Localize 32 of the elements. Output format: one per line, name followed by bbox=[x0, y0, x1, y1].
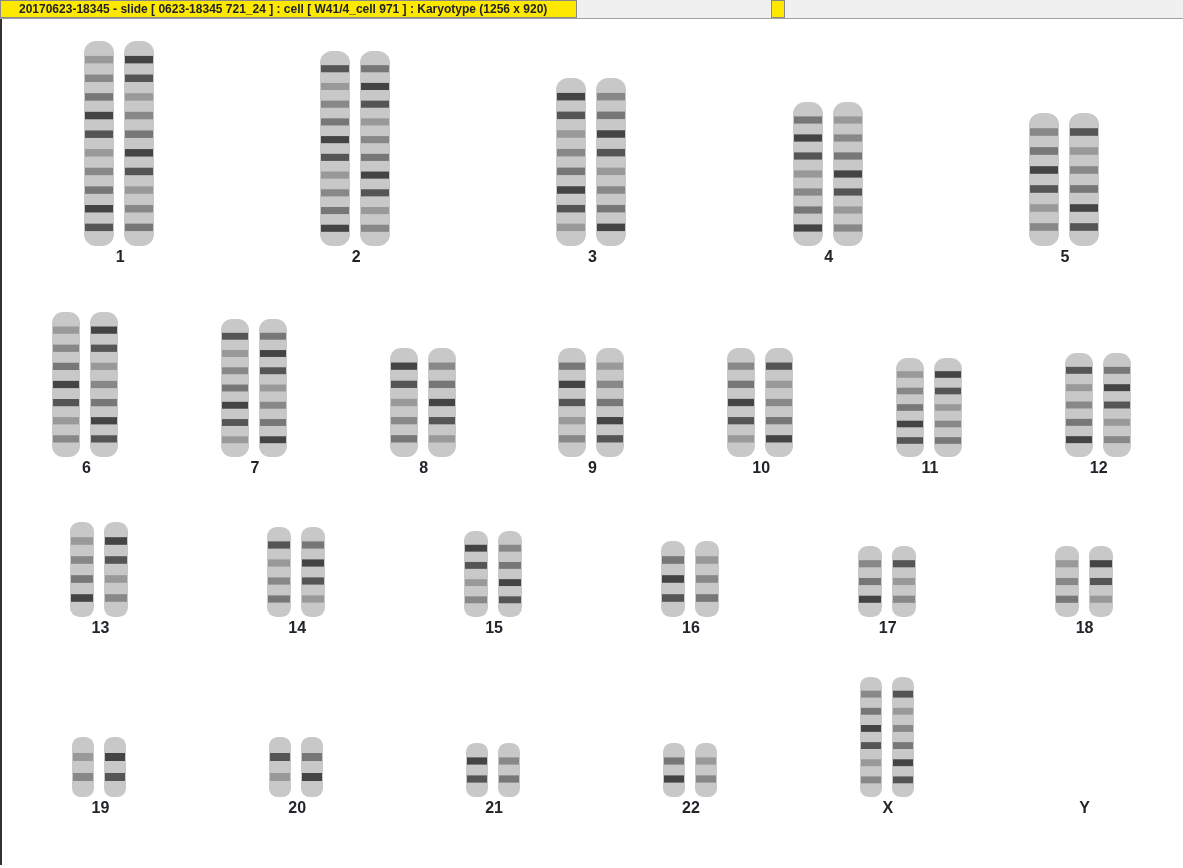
chromosome-number: 1 bbox=[115, 248, 125, 266]
chromosome-number: 22 bbox=[682, 799, 700, 817]
chromosome-number: 7 bbox=[250, 459, 260, 477]
chromosome-pair-drawing bbox=[662, 743, 717, 797]
chromosome-number: 11 bbox=[921, 459, 939, 477]
chromosome-pair-drawing bbox=[269, 737, 324, 797]
chromosome-number: 20 bbox=[288, 799, 307, 817]
window-title: 20170623-18345 - slide [ 0623-18345 721_24 ] : cell [ W41/4_cell 971 ] : Karyotype (1256 x 920) bbox=[0, 0, 577, 18]
chromosome-number: 10 bbox=[752, 459, 771, 477]
chromosome-number: 3 bbox=[588, 248, 597, 266]
chromosome-number: X bbox=[882, 799, 894, 817]
chromosome-number: 17 bbox=[878, 619, 897, 637]
chromosome-number: 13 bbox=[91, 619, 110, 637]
chromosome-pair-drawing bbox=[1054, 546, 1113, 617]
chromosome-number: 21 bbox=[485, 799, 503, 817]
chromosome-number: 4 bbox=[824, 248, 834, 266]
chromosome-number: 5 bbox=[1060, 248, 1070, 266]
chromosome-number: Y bbox=[1079, 799, 1090, 817]
chromosome-number: 2 bbox=[351, 248, 361, 266]
chromosome-number: 6 bbox=[81, 459, 91, 477]
title-bar-marker bbox=[771, 0, 785, 18]
chromosome-number: 8 bbox=[419, 459, 429, 477]
chromosome-number: 19 bbox=[91, 799, 110, 817]
chromosome-pair-drawing bbox=[466, 743, 521, 797]
chromosome-pair-drawing bbox=[857, 546, 916, 617]
chromosome-number: 14 bbox=[288, 619, 307, 637]
chromosome-number: 16 bbox=[682, 619, 700, 637]
chromosome-number: 18 bbox=[1075, 619, 1094, 637]
chromosome-number: 12 bbox=[1089, 459, 1108, 477]
chromosome-number: 9 bbox=[588, 459, 597, 477]
chromosome-number: 15 bbox=[485, 619, 503, 637]
chromosome-pair-drawing bbox=[72, 737, 127, 797]
